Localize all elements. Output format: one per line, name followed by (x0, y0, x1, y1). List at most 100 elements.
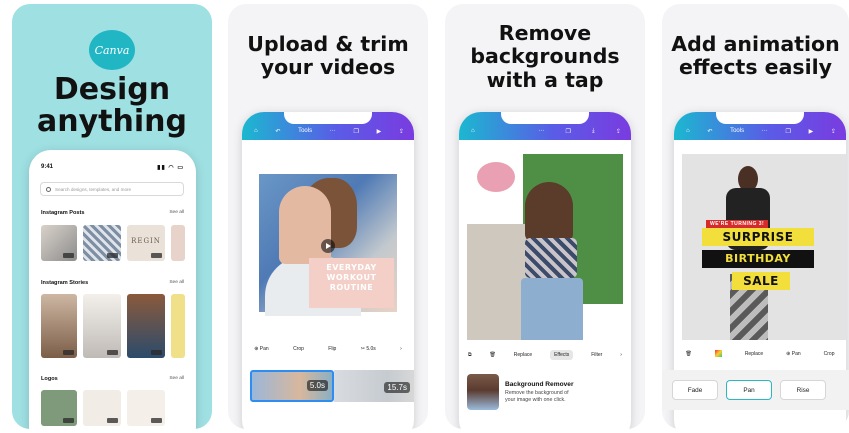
trash-icon[interactable]: 🗑 (685, 351, 691, 357)
tool-pan[interactable]: ⊕ Pan (254, 346, 269, 352)
undo-icon[interactable]: ↶ (275, 128, 280, 135)
panel-headline: Remove backgrounds with a tap (445, 21, 645, 92)
background-remover-card[interactable]: Background Remover Remove the background… (467, 370, 623, 414)
editor-toolbar-items: ⌂ ··· ❐ ⤓ ⇪ (471, 128, 621, 135)
tools-menu[interactable]: Tools (730, 128, 744, 135)
timeline-clip-selected[interactable]: 5.0s (250, 370, 334, 402)
tool-replace[interactable]: Replace (514, 352, 532, 358)
design-canvas[interactable]: WE'RE TURNING 3! SURPRISE BIRTHDAY SALE (682, 154, 846, 340)
tool-flip[interactable]: Flip (328, 346, 336, 352)
headline-line: effects easily (678, 55, 833, 80)
banner-birthday[interactable]: BIRTHDAY (702, 250, 814, 268)
template-thumbnail[interactable] (41, 294, 77, 358)
layers-icon[interactable]: ❐ (353, 128, 358, 135)
tool-effects[interactable]: Effects (550, 350, 574, 360)
home-icon[interactable]: ⌂ (254, 128, 258, 135)
template-thumbnail[interactable] (83, 225, 121, 261)
headline-line: anything (37, 104, 187, 140)
more-icon[interactable]: ··· (762, 128, 768, 135)
section-header-instagram-posts: Instagram Posts See all (41, 210, 184, 216)
template-thumbnail[interactable] (83, 294, 121, 358)
tool-trim[interactable]: ✂ 5.0s (361, 346, 376, 352)
logos-row (41, 390, 165, 426)
phone-notch (716, 112, 804, 124)
template-thumbnail[interactable] (171, 225, 185, 261)
search-placeholder: Search designs, templates, and more (55, 186, 132, 192)
animation-picker: Fade Pan Rise (662, 370, 849, 410)
section-header-logos: Logos See all (41, 376, 184, 382)
see-all-link[interactable]: See all (169, 376, 184, 382)
animation-rise[interactable]: Rise (780, 380, 826, 400)
see-all-link[interactable]: See all (169, 280, 184, 286)
template-thumbnail[interactable]: REGIN (127, 225, 165, 261)
template-thumbnail[interactable] (41, 225, 77, 261)
download-icon[interactable]: ⤓ (592, 128, 595, 135)
chevron-right-icon[interactable]: › (400, 346, 402, 352)
play-icon[interactable]: ▶ (377, 128, 382, 135)
tools-menu[interactable]: Tools (298, 128, 312, 135)
tool-label: Pan (791, 350, 801, 357)
chevron-right-icon[interactable]: › (620, 352, 622, 358)
tool-label: Pan (259, 346, 269, 352)
animation-pan[interactable]: Pan (726, 380, 772, 400)
tool-filter[interactable]: Filter (591, 352, 602, 358)
phone-notch (501, 112, 589, 124)
banner-surprise[interactable]: SURPRISE (702, 228, 814, 246)
more-icon[interactable]: ··· (330, 128, 336, 135)
copy-icon[interactable]: ⧉ (468, 352, 472, 358)
animation-tool-row: 🗑 Replace ⊕ Pan Crop (674, 350, 846, 357)
panel-upload-trim: Upload & trim your videos ⌂ ↶ Tools ··· … (228, 4, 428, 429)
home-icon[interactable]: ⌂ (686, 128, 690, 135)
template-title: REGIN (131, 237, 161, 245)
animation-fade[interactable]: Fade (672, 380, 718, 400)
tool-crop[interactable]: Crop (824, 351, 835, 357)
color-swatch-icon[interactable] (714, 350, 722, 357)
play-icon[interactable]: ▶ (809, 128, 814, 135)
headline-line: backgrounds (470, 44, 620, 69)
play-button[interactable] (321, 239, 335, 253)
timeline-clip[interactable]: 15.7s (334, 370, 414, 402)
editor-toolbar-items: ⌂ ↶ Tools ··· ❐ ▶ ⇪ (254, 128, 404, 135)
section-title: Logos (41, 376, 58, 382)
search-icon (46, 186, 51, 192)
see-all-link[interactable]: See all (169, 210, 184, 216)
template-thumbnail[interactable] (127, 294, 165, 358)
template-thumbnail[interactable] (171, 294, 185, 358)
video-canvas[interactable]: EVERYDAY WORKOUT ROUTINE (259, 174, 397, 316)
search-input[interactable]: Search designs, templates, and more (40, 182, 184, 196)
photo-canvas[interactable] (467, 154, 623, 340)
home-icon[interactable]: ⌂ (471, 128, 475, 135)
phone-notch (284, 112, 372, 124)
trash-icon[interactable]: 🗑 (489, 352, 495, 358)
headline-line: Design (53, 72, 171, 107)
canva-logo: Canva (89, 30, 135, 70)
panel-headline: Upload & trim your videos (228, 32, 428, 80)
share-icon[interactable]: ⇪ (616, 128, 621, 135)
video-timeline[interactable]: 5.0s 15.7s (250, 370, 414, 402)
undo-icon[interactable]: ↶ (707, 128, 712, 135)
status-bar: 9:41 ▮▮ ◠ ▭ (41, 164, 184, 171)
card-description-line: Remove the background of (505, 389, 569, 396)
section-header-instagram-stories: Instagram Stories See all (41, 280, 184, 286)
video-frame-figure (279, 186, 331, 264)
video-title-overlay[interactable]: EVERYDAY WORKOUT ROUTINE (309, 258, 394, 308)
layers-icon[interactable]: ❐ (785, 128, 790, 135)
tool-replace[interactable]: Replace (745, 351, 763, 357)
tool-label: 5.0s (366, 346, 376, 352)
editor-toolbar-items: ⌂ ↶ Tools ··· ❐ ▶ ⇪ (686, 128, 836, 135)
template-thumbnail[interactable] (41, 390, 77, 426)
instagram-posts-row: REGIN (41, 225, 185, 261)
share-icon[interactable]: ⇪ (399, 128, 404, 135)
tool-pan[interactable]: ⊕ Pan (786, 351, 801, 357)
more-icon[interactable]: ··· (538, 128, 544, 135)
status-time: 9:41 (41, 164, 54, 170)
phone-home-screen: 9:41 ▮▮ ◠ ▭ Search designs, templates, a… (29, 150, 196, 429)
template-thumbnail[interactable] (83, 390, 121, 426)
layers-icon[interactable]: ❐ (565, 128, 570, 135)
template-thumbnail[interactable] (127, 390, 165, 426)
share-icon[interactable]: ⇪ (831, 128, 836, 135)
ribbon-text[interactable]: WE'RE TURNING 3! (706, 220, 769, 228)
phone-video-editor: ⌂ ↶ Tools ··· ❐ ▶ ⇪ EVERYDAY WORKOUT ROU… (242, 112, 414, 429)
tool-crop[interactable]: Crop (293, 346, 304, 352)
banner-sale[interactable]: SALE (732, 272, 790, 290)
